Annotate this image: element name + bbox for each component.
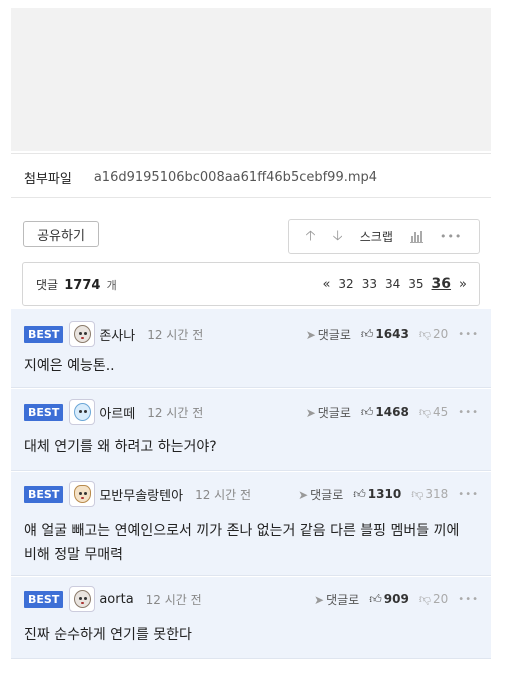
comment-item: BEST 아르떼 12 시간 전 ➤ 댓글로 👍︎ 1468 👎︎ 45 ••• 대체… [11, 389, 491, 471]
best-badge: BEST [24, 325, 64, 343]
dislike-button[interactable]: 👎︎ 318 [411, 487, 448, 502]
comment-time: 12 시간 전 [147, 405, 204, 420]
comment-meta: BEST 존사나 12 시간 전 ➤ 댓글로 👍︎ 1643 👎︎ 20 ••• [24, 321, 479, 347]
send-icon: ➤ [305, 327, 316, 342]
like-button[interactable]: 👍︎ 909 [369, 592, 409, 607]
page-link[interactable]: 35 [408, 277, 423, 291]
thumbs-up-icon: 👍︎ [360, 404, 374, 419]
like-button[interactable]: 👍︎ 1643 [361, 327, 409, 342]
attachment-label: 첨부파일 [24, 172, 72, 187]
comment-count-unit: 개 [106, 278, 117, 292]
attachment-file-link[interactable]: a16d9195106bc008aa61ff46b5cebf99.mp4 [94, 170, 377, 185]
comment-author[interactable]: 모반무솔랑텐아 [99, 485, 183, 504]
thumbs-up-icon: 👍︎ [353, 486, 366, 501]
comment-count-number: 1774 [64, 277, 101, 293]
thumbs-down-icon: 👎︎ [418, 591, 432, 606]
more-dots-icon[interactable]: ••• [440, 230, 462, 243]
page-link[interactable]: 34 [385, 277, 400, 291]
scrap-button[interactable]: 스크랩 [360, 228, 393, 245]
send-icon: ➤ [305, 405, 316, 420]
thumbs-up-icon: 👍︎ [360, 326, 374, 341]
comment-text: 진짜 순수하게 연기를 못한다 [24, 627, 192, 643]
page-link[interactable]: 32 [338, 277, 353, 291]
best-badge: BEST [24, 403, 64, 421]
comment-meta: BEST aorta 12 시간 전 ➤ 댓글로 👍︎ 909 👎︎ 20 ••• [24, 586, 479, 612]
comment-header: 댓글 1774 개 « 32 33 34 35 36 » [22, 262, 480, 306]
comment-text: 지예은 예능톤.. [24, 358, 115, 374]
thumbs-down-icon: 👎︎ [418, 326, 432, 341]
divider [11, 197, 491, 198]
more-dots-icon[interactable]: ••• [458, 329, 479, 340]
best-badge: BEST [24, 485, 64, 503]
comment-meta: BEST 모반무솔랑텐아 12 시간 전 ➤ 댓글로 👍︎ 1310 👎︎ 318 •… [24, 481, 479, 507]
arrow-up-icon[interactable]: 🡡 [306, 225, 316, 249]
more-dots-icon[interactable]: ••• [458, 407, 479, 418]
avatar[interactable] [69, 481, 96, 507]
prev-pages-icon[interactable]: « [322, 277, 330, 292]
send-icon: ➤ [298, 487, 309, 502]
attachment-row: 첨부파일 a16d9195106bc008aa61ff46b5cebf99.mp… [24, 168, 377, 187]
comment-text: 얘 얼굴 빼고는 연예인으로서 끼가 존나 없는거 같음 다른 블핑 멤버들 끼… [24, 523, 460, 563]
pagination: « 32 33 34 35 36 » [322, 276, 467, 292]
more-dots-icon[interactable]: ••• [458, 594, 479, 605]
comment-item: BEST 존사나 12 시간 전 ➤ 댓글로 👍︎ 1643 👎︎ 20 ••• 지예… [11, 309, 491, 388]
post-action-bar: 🡡 🡣 스크랩 ••• [288, 219, 480, 254]
reply-button[interactable]: ➤ 댓글로 [306, 404, 351, 421]
reply-button[interactable]: ➤ 댓글로 [298, 486, 343, 503]
comment-author[interactable]: 존사나 [99, 325, 135, 344]
more-dots-icon[interactable]: ••• [458, 489, 479, 500]
comment-time: 12 시간 전 [145, 592, 202, 607]
like-button[interactable]: 👍︎ 1468 [361, 405, 409, 420]
thumbs-up-icon: 👍︎ [369, 591, 382, 606]
dislike-button[interactable]: 👎︎ 20 [419, 592, 448, 607]
bar-chart-icon[interactable] [409, 230, 423, 243]
video-placeholder[interactable] [11, 8, 491, 151]
comment-time: 12 시간 전 [195, 487, 252, 502]
page-link[interactable]: 33 [362, 277, 377, 291]
comment-text: 대체 연기를 왜 하려고 하는거야? [24, 439, 217, 455]
reply-button[interactable]: ➤ 댓글로 [306, 326, 351, 343]
avatar[interactable] [69, 586, 96, 612]
divider [11, 153, 491, 154]
best-badge: BEST [24, 590, 64, 608]
next-pages-icon[interactable]: » [459, 277, 467, 292]
comment-count-label: 댓글 [36, 277, 59, 292]
comment-meta: BEST 아르떼 12 시간 전 ➤ 댓글로 👍︎ 1468 👎︎ 45 ••• [24, 399, 479, 425]
current-page[interactable]: 36 [432, 276, 451, 292]
like-button[interactable]: 👍︎ 1310 [353, 487, 401, 502]
avatar[interactable] [69, 399, 96, 425]
thumbs-down-icon: 👎︎ [418, 404, 432, 419]
comment-count: 댓글 1774 개 [36, 276, 117, 293]
comment-author[interactable]: aorta [99, 592, 133, 607]
share-button[interactable]: 공유하기 [23, 221, 99, 247]
comment-item: BEST aorta 12 시간 전 ➤ 댓글로 👍︎ 909 👎︎ 20 ••• 진… [11, 577, 491, 659]
comment-author[interactable]: 아르떼 [99, 403, 135, 422]
avatar[interactable] [69, 321, 96, 347]
dislike-button[interactable]: 👎︎ 45 [419, 405, 448, 420]
comment-item: BEST 모반무솔랑텐아 12 시간 전 ➤ 댓글로 👍︎ 1310 👎︎ 318 •… [11, 472, 491, 576]
reply-button[interactable]: ➤ 댓글로 [314, 591, 359, 608]
dislike-button[interactable]: 👎︎ 20 [419, 327, 448, 342]
arrow-down-icon[interactable]: 🡣 [333, 225, 343, 249]
comment-time: 12 시간 전 [147, 327, 204, 342]
send-icon: ➤ [314, 592, 325, 607]
thumbs-down-icon: 👎︎ [411, 486, 424, 501]
